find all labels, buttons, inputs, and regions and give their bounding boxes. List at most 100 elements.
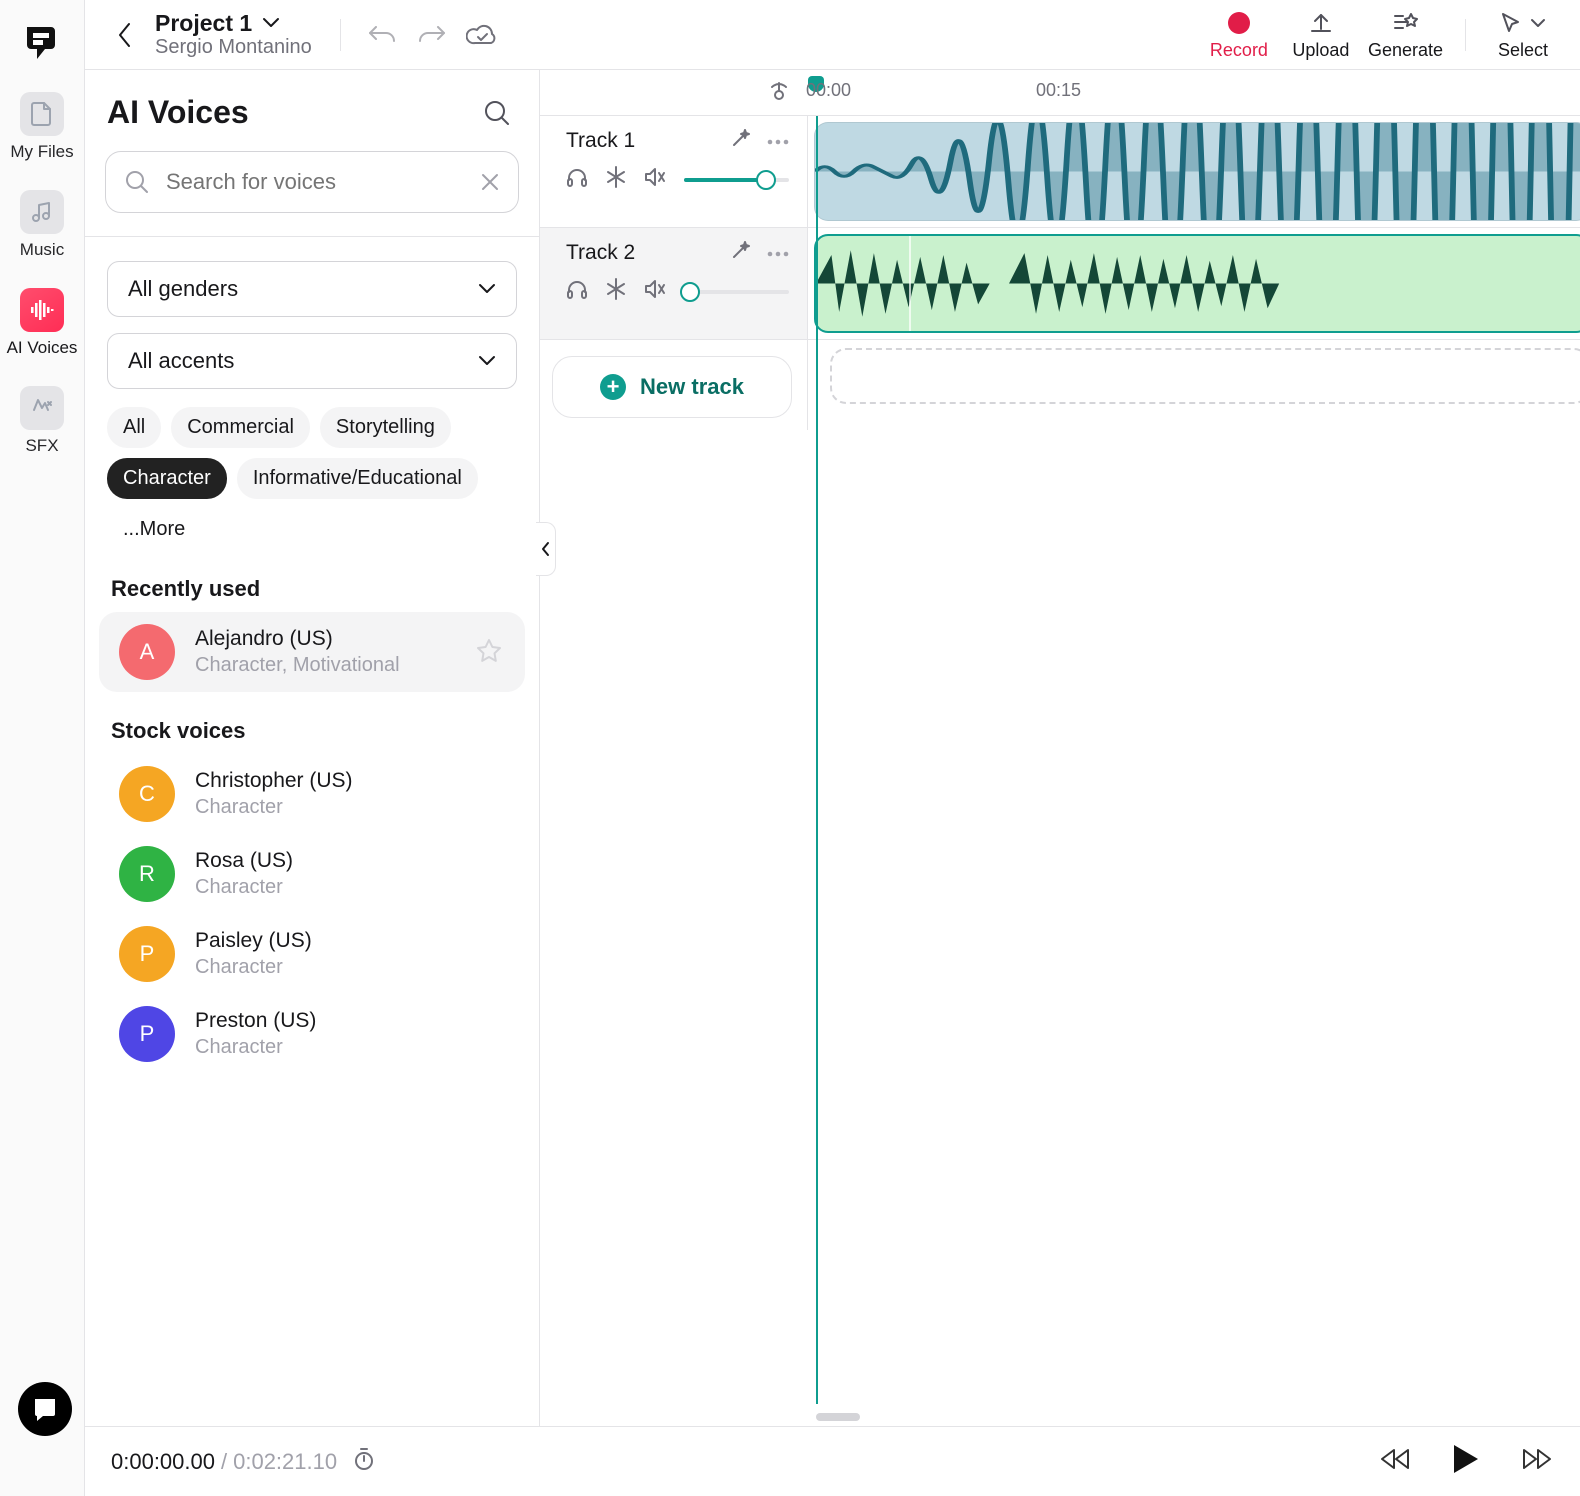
upload-icon	[1308, 10, 1334, 36]
tool-label: Upload	[1292, 40, 1349, 61]
panel-title: AI Voices	[107, 94, 249, 131]
search-icon[interactable]	[483, 99, 511, 127]
time-ruler[interactable]: 00:00 00:15	[540, 70, 1580, 116]
track-lane[interactable]	[808, 228, 1580, 339]
section-recent: Recently used	[85, 550, 539, 612]
audio-clip[interactable]	[814, 234, 1580, 333]
wand-icon[interactable]	[731, 128, 751, 154]
track-row: Track 1	[540, 116, 1580, 228]
category-chip[interactable]: Informative/Educational	[237, 458, 478, 499]
track-name: Track 1	[566, 129, 635, 153]
volume-slider[interactable]	[684, 178, 789, 182]
ruler-tick-label: 00:15	[1036, 80, 1081, 101]
voice-avatar: P	[119, 1006, 175, 1062]
record-button[interactable]: Record	[1204, 9, 1274, 61]
nav-my-files[interactable]: My Files	[10, 92, 73, 162]
headphones-icon[interactable]	[566, 166, 588, 194]
upload-button[interactable]: Upload	[1286, 9, 1356, 61]
mute-icon[interactable]	[644, 167, 666, 193]
music-icon	[20, 190, 64, 234]
voice-tags: Character	[195, 795, 517, 820]
file-icon	[20, 92, 64, 136]
category-chip[interactable]: Character	[107, 458, 227, 499]
voice-tags: Character	[195, 1035, 517, 1060]
track-row: Track 2	[540, 228, 1580, 340]
ai-voices-panel: AI Voices All genders	[85, 70, 540, 1426]
plus-icon: +	[600, 374, 626, 400]
audio-clip[interactable]	[814, 122, 1580, 221]
nav-sfx[interactable]: SFX	[20, 386, 64, 456]
new-track-button[interactable]: + New track	[552, 356, 792, 418]
sfx-icon	[20, 386, 64, 430]
voice-item[interactable]: C Christopher (US)Character	[85, 754, 539, 834]
track-lane[interactable]	[808, 116, 1580, 227]
empty-clip-placeholder[interactable]	[830, 348, 1580, 404]
back-button[interactable]	[107, 17, 143, 53]
generate-button[interactable]: Generate	[1368, 9, 1443, 61]
gender-filter[interactable]: All genders	[107, 261, 517, 317]
cursor-icon	[1500, 11, 1522, 35]
chevron-down-icon	[1530, 18, 1546, 28]
nav-ai-voices[interactable]: AI Voices	[7, 288, 78, 358]
rewind-button[interactable]	[1378, 1447, 1412, 1477]
voice-name: Paisley (US)	[195, 928, 517, 954]
accent-filter[interactable]: All accents	[107, 333, 517, 389]
horizontal-scrollbar[interactable]	[808, 1410, 1580, 1424]
favorite-icon[interactable]	[475, 637, 505, 667]
headphones-icon[interactable]	[566, 278, 588, 306]
record-icon	[1228, 12, 1250, 34]
time-sep: /	[221, 1449, 227, 1475]
category-chip[interactable]: Storytelling	[320, 407, 451, 448]
nav-label: My Files	[10, 142, 73, 162]
voice-avatar: R	[119, 846, 175, 902]
more-chip[interactable]: ...More	[107, 509, 201, 550]
freeze-icon[interactable]	[606, 166, 626, 194]
voice-item[interactable]: PPreston (US)Character	[85, 994, 539, 1074]
more-icon[interactable]	[767, 128, 789, 154]
project-switcher[interactable]: Project 1 Sergio Montanino	[155, 10, 312, 59]
track-name: Track 2	[566, 241, 635, 265]
tool-label: Select	[1498, 40, 1548, 61]
transport-bar: 0:00:00.00 / 0:02:21.10	[85, 1426, 1580, 1496]
stopwatch-icon[interactable]	[353, 1447, 375, 1477]
voice-avatar: C	[119, 766, 175, 822]
collapse-panel-button[interactable]	[536, 522, 556, 576]
voice-search[interactable]	[105, 151, 519, 213]
voice-item[interactable]: R Rosa (US)Character	[85, 834, 539, 914]
voice-item[interactable]: PPaisley (US)Character	[85, 914, 539, 994]
select-value: All accents	[128, 348, 234, 374]
search-input[interactable]	[164, 168, 466, 196]
chevron-down-icon	[478, 283, 496, 295]
select-value: All genders	[128, 276, 238, 302]
cloud-sync-button[interactable]	[463, 16, 501, 54]
intercom-launcher[interactable]	[18, 1382, 72, 1436]
wand-icon[interactable]	[731, 240, 751, 266]
redo-button[interactable]	[413, 16, 451, 54]
voice-item[interactable]: AAlejandro (US)Character, Motivational	[99, 612, 525, 692]
category-chip[interactable]: All	[107, 407, 161, 448]
voice-name: Rosa (US)	[195, 848, 517, 874]
more-icon[interactable]	[767, 240, 789, 266]
voice-tags: Character	[195, 875, 517, 900]
volume-slider[interactable]	[684, 290, 789, 294]
nav-label: Music	[20, 240, 64, 260]
ruler-tick-label: 00:00	[806, 80, 851, 101]
project-title: Project 1	[155, 10, 252, 36]
voice-name: Christopher (US)	[195, 768, 517, 794]
nav-label: AI Voices	[7, 338, 78, 358]
select-tool[interactable]: Select	[1488, 9, 1558, 61]
nav-label: SFX	[25, 436, 58, 456]
section-stock: Stock voices	[85, 692, 539, 754]
category-chip[interactable]: Commercial	[171, 407, 310, 448]
chevron-down-icon	[262, 17, 280, 29]
nav-music[interactable]: Music	[20, 190, 64, 260]
timeline-workspace: 00:00 00:15 Track 1	[540, 70, 1580, 1426]
freeze-icon[interactable]	[606, 278, 626, 306]
undo-button[interactable]	[363, 16, 401, 54]
play-button[interactable]	[1452, 1443, 1480, 1481]
snap-icon[interactable]	[768, 81, 790, 105]
clear-icon[interactable]	[480, 172, 500, 192]
fast-forward-button[interactable]	[1520, 1447, 1554, 1477]
mute-icon[interactable]	[644, 279, 666, 305]
time-current: 0:00:00.00	[111, 1449, 215, 1475]
